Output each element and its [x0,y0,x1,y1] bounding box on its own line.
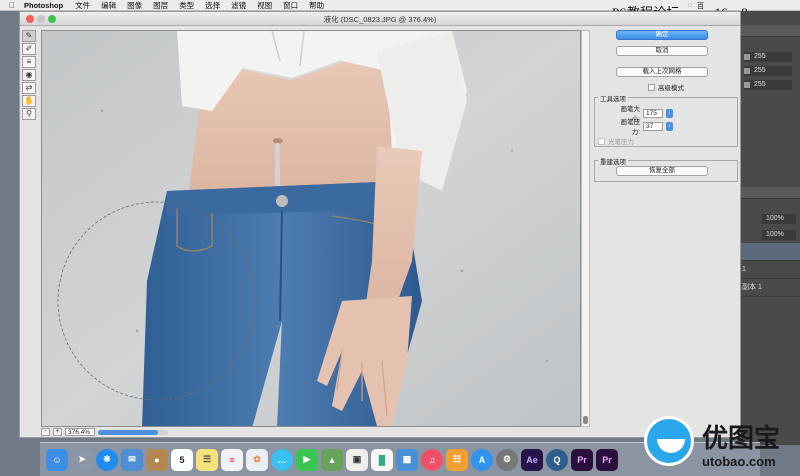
checkbox-box[interactable] [648,83,655,91]
app-store-icon[interactable]: A [471,448,493,471]
finder-icon[interactable]: ☺ [46,448,68,471]
push-left-tool-icon[interactable]: ⇄ [22,82,36,94]
menu-select[interactable]: 选择 [205,0,220,11]
mail-icon[interactable]: ✉ [121,448,143,471]
forward-warp-tool-icon[interactable]: ✎ [22,30,36,42]
zoom-in-button[interactable]: + [53,428,62,436]
menu-file[interactable]: 文件 [75,0,90,11]
menu-window[interactable]: 窗口 [283,0,298,11]
photos-icon[interactable]: ✿ [246,448,268,471]
menu-filter[interactable]: 滤镜 [231,0,246,11]
liquify-toolbar: ✎ ✐ ≡ ◉ ⇄ ✋ ⚲ [22,30,38,126]
menu-image[interactable]: 图像 [127,0,142,11]
itunes-icon[interactable]: ♫ [421,448,443,471]
stylus-pressure-label: 光笔压力 [608,139,634,146]
reminders-icon[interactable]: ≡ [221,448,243,471]
checkbox-box[interactable] [598,137,605,145]
layer-row[interactable] [738,243,800,261]
stylus-pressure-checkbox[interactable]: 光笔压力 [598,136,634,146]
hand-tool-icon[interactable]: ✋ [22,95,36,107]
bloat-tool-icon[interactable]: ◉ [22,69,36,81]
facetime-icon[interactable]: ▶ [296,448,318,471]
maps-icon[interactable]: ▲ [321,448,343,471]
brush-pressure-row: 画笔压力: 37 ↕ [614,116,673,136]
system-preferences-icon[interactable]: ⚙ [496,448,518,471]
layers-panel-header [738,187,800,199]
photo-preview [42,31,580,426]
premiere-icon-2[interactable]: Pr [596,448,618,471]
notes-icon[interactable]: ☰ [196,448,218,471]
menu-layer[interactable]: 图层 [153,0,168,11]
canvas-status-bar: - + 376.4% [41,427,590,437]
menu-app-name[interactable]: Photoshop [24,1,63,10]
launchpad-icon[interactable]: ➤ [71,448,93,471]
layer-row[interactable]: 副本 1 [738,279,800,297]
image-capture-icon[interactable]: ▣ [346,448,368,471]
watermark-bottom-cn: 优图宝 [702,424,781,454]
load-last-mesh-button[interactable]: 载入上次网格 [616,67,708,77]
contacts-icon[interactable]: ● [146,448,168,471]
numbers-icon[interactable]: █ [371,448,393,471]
advanced-mode-checkbox[interactable]: 高级模式 [648,82,684,92]
canvas-horizontal-scrollbar[interactable] [98,429,168,435]
dialog-titlebar[interactable]: 液化 (DSC_0823.JPG @ 376.4%) [20,12,740,26]
pucker-tool-icon[interactable]: ≡ [22,56,36,68]
brush-pressure-input[interactable]: 37 [643,121,663,131]
calendar-icon[interactable]: 5 [171,448,193,471]
watermark-bottom-en: utobao.com [702,454,776,469]
reconstruct-tool-icon[interactable]: ✐ [22,43,36,55]
brush-pressure-stepper-icon[interactable]: ↕ [666,121,673,131]
apple-icon[interactable]:  [0,1,24,10]
reconstruct-options-title: 重建选项 [598,156,628,166]
menu-help[interactable]: 帮助 [309,0,324,11]
zoom-tool-icon[interactable]: ⚲ [22,108,36,120]
tool-options-title: 工具选项 [598,93,628,103]
photoshop-side-panels: 255 255 255 100% 100% 1 副本 1 [738,11,800,445]
zoom-out-button[interactable]: - [41,428,50,436]
dialog-title: 液化 (DSC_0823.JPG @ 376.4%) [323,15,437,24]
menu-type[interactable]: 类型 [179,0,194,11]
preview-canvas[interactable] [41,30,581,427]
scrollbar-thumb[interactable] [583,416,588,424]
ibooks-icon[interactable]: ☷ [446,448,468,471]
liquify-dialog: 液化 (DSC_0823.JPG @ 376.4%) ✎ ✐ ≡ ◉ ⇄ ✋ ⚲ [19,11,741,438]
zoom-level-field[interactable]: 376.4% [65,428,95,436]
liquify-options-panel: 确定 取消 载入上次网格 高级模式 工具选项 画笔大小: 175 ↕ 画笔压力:… [594,30,738,430]
menu-view[interactable]: 视图 [257,0,272,11]
opacity-field[interactable]: 100% [762,214,796,224]
premiere-icon[interactable]: Pr [571,448,593,471]
ok-button[interactable]: 确定 [616,30,708,40]
keynote-icon[interactable]: ▩ [396,448,418,471]
fill-field[interactable]: 100% [762,230,796,240]
cancel-button[interactable]: 取消 [616,46,708,56]
menu-edit[interactable]: 编辑 [101,0,116,11]
advanced-mode-label: 高级模式 [658,85,684,92]
watermark-bottom: 优图宝 utobao.com [640,412,800,476]
restore-all-button[interactable]: 恢复全部 [616,166,708,176]
messages-icon[interactable]: … [271,448,293,471]
safari-icon[interactable]: ❋ [96,448,118,471]
quicktime-icon[interactable]: Q [546,448,568,471]
channel-value-b: 255 [744,80,792,90]
brush-pressure-label: 画笔压力: [620,119,641,136]
layer-row[interactable]: 1 [738,261,800,279]
after-effects-icon[interactable]: Ae [521,448,543,471]
channel-value-g: 255 [744,66,792,76]
watermark-logo-icon [644,416,694,466]
panel-header [738,25,800,37]
channel-value-r: 255 [744,52,792,62]
canvas-vertical-scrollbar[interactable] [581,30,590,427]
